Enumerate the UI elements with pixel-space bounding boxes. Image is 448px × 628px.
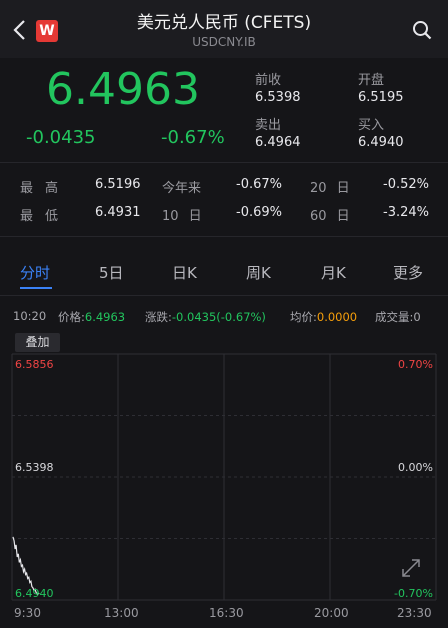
d10-value: -0.69% [236,205,282,220]
info-price-value: 6.4963 [84,310,126,324]
ask-label: 卖出 [255,118,282,133]
active-tab-indicator [20,287,52,289]
info-change-value: -0.0435(-0.67%) [171,310,266,324]
info-change-label: 涨跌: [145,310,172,324]
y-axis-mid-pct: 0.00% [398,461,433,474]
intraday-chart[interactable] [0,352,448,602]
y-axis-top-price: 6.5856 [15,358,54,371]
price-line [12,536,40,595]
info-change: 涨跌:-0.0435(-0.67%) [145,309,266,325]
bid-value: 6.4940 [358,135,404,150]
tab-monthly-k[interactable]: 月K [321,262,346,283]
page-title: 美元兑人民币 (CFETS) [136,13,312,33]
info-price: 价格:6.4963 [58,309,125,325]
x-axis-time-3: 20:00 [314,606,349,620]
info-avg-label: 均价: [290,310,317,324]
ask-value: 6.4964 [255,135,301,150]
expand-icon[interactable] [400,557,422,579]
low-value: 6.4931 [95,205,141,220]
symbol-code: USDCNY.IB [192,35,256,49]
overlay-button[interactable]: 叠加 [15,333,60,352]
divider [0,236,448,237]
current-price: 6.4963 [46,64,200,115]
divider [0,162,448,163]
tab-daily-k[interactable]: 日K [172,262,197,283]
open-value: 6.5195 [358,90,404,105]
chart-grid [11,353,437,601]
y-axis-bottom-price: 6.4940 [15,587,54,600]
d60-label: 60 日 [310,209,350,224]
x-axis-time-4: 23:30 [397,606,432,620]
divider [0,295,448,296]
top-bar: W 美元兑人民币 (CFETS) USDCNY.IB [0,0,448,58]
crosshair-time: 10:20 [13,309,47,323]
prev-close-label: 前收 [255,73,282,88]
d10-label: 10 日 [162,209,202,224]
y-axis-bottom-pct: -0.70% [394,587,433,600]
y-axis-mid-price: 6.5398 [15,461,54,474]
high-value: 6.5196 [95,177,141,192]
info-volume: 成交量:0 [375,309,421,325]
prev-close-value: 6.5398 [255,90,301,105]
x-axis-time-0: 9:30 [14,606,41,620]
tab-weekly-k[interactable]: 周K [246,262,271,283]
info-avg: 均价:0.0000 [290,309,357,325]
x-axis-time-1: 13:00 [104,606,139,620]
info-price-label: 价格: [58,310,85,324]
bid-label: 买入 [358,118,385,133]
ytd-value: -0.67% [236,177,282,192]
tab-5day[interactable]: 5日 [99,262,124,283]
x-axis-time-2: 16:30 [209,606,244,620]
high-label: 最高 [20,181,71,196]
low-label: 最低 [20,209,71,224]
info-volume-value: 0 [413,310,421,324]
d20-label: 20 日 [310,181,350,196]
search-icon[interactable] [412,20,432,40]
ytd-label: 今年来 [162,181,202,196]
d20-value: -0.52% [383,177,429,192]
info-avg-value: 0.0000 [316,310,358,324]
price-change-percent: -0.67% [161,127,225,148]
info-volume-label: 成交量: [375,310,414,324]
tab-intraday[interactable]: 分时 [20,262,50,283]
open-label: 开盘 [358,73,385,88]
y-axis-top-pct: 0.70% [398,358,433,371]
d60-value: -3.24% [383,205,429,220]
price-change: -0.0435 [26,127,96,148]
tab-more[interactable]: 更多 [393,262,423,283]
